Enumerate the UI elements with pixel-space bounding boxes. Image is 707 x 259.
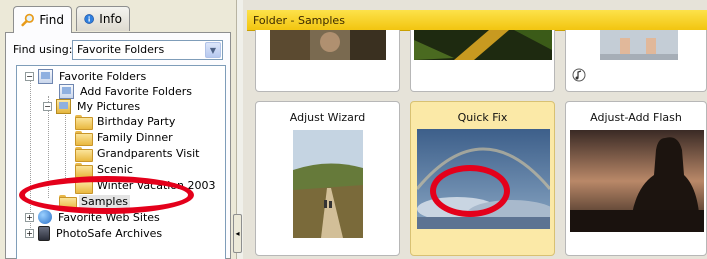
info-icon: [84, 14, 94, 24]
favorites-icon: [38, 68, 53, 84]
tab-find[interactable]: Find: [13, 6, 72, 33]
folder-tree: − Favorite Folders Add Favorite Folders …: [16, 65, 226, 259]
photo-thumbnail: [600, 30, 678, 60]
add-folder-icon: [59, 83, 74, 99]
folder-view: Folder - Samples Adjust Wizard Quick Fix…: [243, 0, 707, 259]
globe-icon: [38, 210, 52, 224]
folder-icon: [75, 130, 93, 146]
magnifier-icon: [21, 13, 34, 27]
device-icon: [38, 225, 50, 241]
tree-item-birthday-party[interactable]: Birthday Party: [75, 113, 177, 130]
chevron-down-icon[interactable]: ▼: [205, 42, 221, 58]
tree-item-photosafe-archives[interactable]: + PhotoSafe Archives: [25, 225, 164, 241]
tab-info-label: Info: [99, 12, 122, 26]
photo-thumbnail: [270, 30, 386, 60]
tree-item-add-favorite-folders[interactable]: Add Favorite Folders: [59, 83, 194, 99]
find-panel: Find Info Find using: Favorite Folders ▼…: [0, 0, 237, 259]
pane-splitter-handle[interactable]: ◂: [233, 214, 242, 253]
tab-find-label: Find: [39, 13, 64, 27]
expand-icon[interactable]: +: [25, 228, 34, 238]
find-using-select[interactable]: Favorite Folders ▼: [72, 40, 223, 60]
folder-header: Folder - Samples: [247, 10, 707, 31]
find-using-label: Find using:: [13, 43, 73, 56]
photo-card-adjust-wizard[interactable]: Adjust Wizard: [255, 101, 400, 256]
highlight-circle-annotation: [430, 165, 510, 217]
card-title: Adjust-Add Flash: [590, 111, 682, 124]
find-using-value: Favorite Folders: [77, 43, 165, 56]
tab-info[interactable]: Info: [76, 6, 130, 31]
photo-thumbnail: [414, 30, 552, 60]
photo-thumbnail: [570, 130, 704, 232]
folder-icon: [75, 114, 93, 130]
photo-card[interactable]: [255, 30, 400, 92]
tree-item-family-dinner[interactable]: Family Dinner: [75, 129, 175, 146]
photo-card[interactable]: [565, 30, 707, 92]
tree-item-scenic[interactable]: Scenic: [75, 161, 135, 178]
highlight-circle-annotation: [19, 176, 194, 214]
photo-card-adjust-add-flash[interactable]: Adjust-Add Flash: [565, 101, 707, 256]
pictures-folder-icon: [56, 98, 71, 114]
folder-icon: [75, 162, 93, 178]
tree-item-favorite-folders[interactable]: − Favorite Folders: [25, 68, 148, 84]
folder-icon: [75, 146, 93, 162]
photo-thumbnail: [293, 130, 363, 238]
expand-icon[interactable]: +: [25, 212, 34, 222]
photo-card[interactable]: [410, 30, 555, 92]
card-title: Quick Fix: [457, 111, 508, 124]
collapse-icon[interactable]: −: [43, 101, 52, 111]
card-title: Adjust Wizard: [289, 111, 366, 124]
collapse-icon[interactable]: −: [25, 71, 34, 81]
tree-item-grandparents-visit[interactable]: Grandparents Visit: [75, 145, 201, 162]
tree-item-my-pictures[interactable]: − My Pictures: [43, 98, 142, 114]
audio-note-icon[interactable]: [572, 68, 586, 82]
